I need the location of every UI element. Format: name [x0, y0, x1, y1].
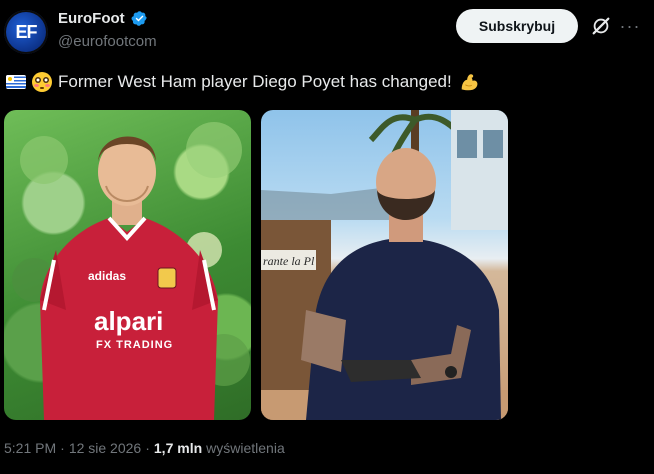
shirt-sponsor-line1: alpari	[94, 306, 163, 336]
photo-before[interactable]: adidas alpari FX TRADING	[4, 110, 251, 420]
photo-after[interactable]: rante la Pl	[261, 110, 508, 420]
uruguay-flag-icon	[6, 75, 26, 89]
post-text-body: Former West Ham player Diego Poyet has c…	[58, 72, 452, 91]
meta-separator: ·	[145, 440, 150, 456]
svg-text:adidas: adidas	[88, 269, 126, 283]
post-date[interactable]: 12 sie 2026	[69, 440, 141, 456]
flushed-face-icon	[32, 72, 52, 92]
shirt-sponsor-line2: FX TRADING	[96, 339, 173, 351]
subscribe-button[interactable]: Subskrybuj	[456, 9, 578, 43]
player-before-illustration: adidas alpari FX TRADING	[12, 122, 250, 420]
flexed-biceps-icon	[461, 74, 478, 91]
player-after-illustration: rante la Pl	[261, 110, 508, 420]
restaurant-sign-text: rante la Pl	[263, 254, 315, 268]
post-media[interactable]: adidas alpari FX TRADING rante la Pl	[4, 110, 508, 420]
verified-badge-icon[interactable]	[131, 10, 148, 27]
author-handle[interactable]: @eurofootcom	[58, 33, 157, 50]
author-name[interactable]: EuroFoot	[58, 10, 125, 27]
meta-separator: ·	[60, 440, 65, 456]
grok-icon[interactable]	[590, 15, 612, 37]
post-text: Former West Ham player Diego Poyet has c…	[6, 71, 480, 93]
author-name-row: EuroFoot	[58, 10, 148, 27]
more-icon[interactable]: ···	[618, 14, 642, 38]
avatar[interactable]: EF	[4, 10, 48, 54]
avatar-logo: EF	[15, 22, 37, 42]
post-header: EF EuroFoot @eurofootcom Subskrybuj ···	[0, 0, 654, 64]
views-count[interactable]: 1,7 mln	[154, 440, 202, 456]
post-time[interactable]: 5:21 PM	[4, 440, 56, 456]
post-meta: 5:21 PM · 12 sie 2026 · 1,7 mln wyświetl…	[4, 440, 285, 456]
views-label: wyświetlenia	[206, 440, 285, 456]
